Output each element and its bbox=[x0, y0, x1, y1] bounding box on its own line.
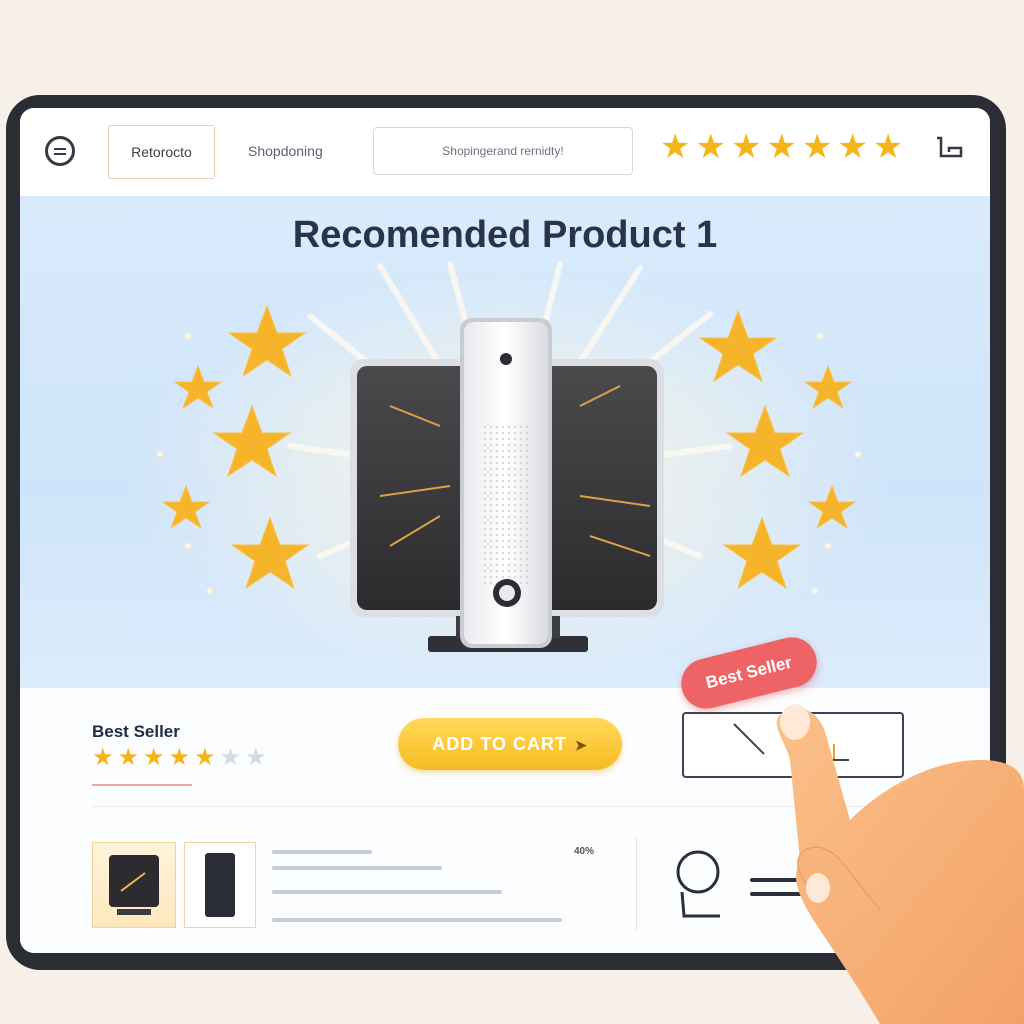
hand-pointer-icon bbox=[776, 704, 1024, 1024]
